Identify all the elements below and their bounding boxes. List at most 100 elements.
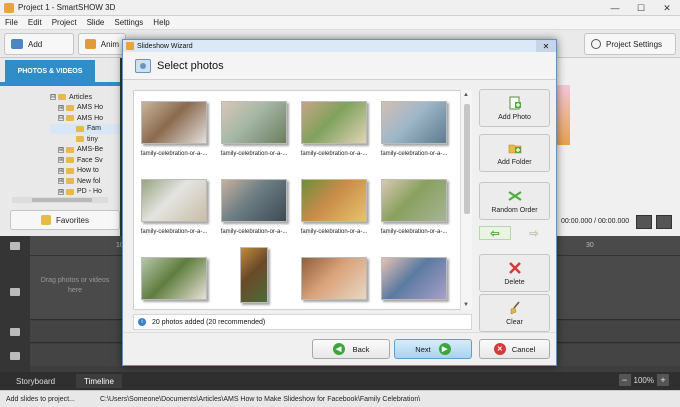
collapse-icon[interactable]: ⊟	[58, 115, 64, 122]
photo-count-bar: i 20 photos added (20 recommended)	[133, 314, 472, 330]
add-tab-button[interactable]: Add	[4, 33, 74, 55]
scroll-down-icon[interactable]: ▼	[463, 302, 469, 308]
menu-settings[interactable]: Settings	[109, 18, 148, 27]
tree-scrollbar[interactable]	[12, 197, 108, 203]
next-button[interactable]: Next ▶	[394, 339, 472, 359]
fullscreen-button[interactable]	[636, 215, 652, 229]
shuffle-icon	[507, 189, 522, 203]
photo-image	[221, 179, 287, 222]
photo-image	[301, 101, 367, 144]
step-heading: Select photos	[157, 59, 224, 72]
tree-item[interactable]: ⊞ How to	[50, 166, 120, 177]
view-tabs: Storyboard Timeline − 100% +	[0, 372, 680, 390]
menu-project[interactable]: Project	[47, 18, 82, 27]
photo-thumbnail[interactable]	[294, 257, 374, 307]
photo-icon	[135, 58, 151, 73]
scroll-up-icon[interactable]: ▲	[463, 92, 469, 98]
tree-item[interactable]: ⊞ New fol	[50, 176, 120, 187]
microphone-icon	[10, 352, 20, 360]
tree-item[interactable]: tiny	[50, 134, 120, 145]
random-order-button[interactable]: Random Order	[479, 182, 550, 220]
collapse-icon[interactable]: ⊟	[50, 94, 56, 101]
gallery-scrollbar[interactable]: ▲ ▼	[460, 90, 472, 310]
photo-image	[141, 101, 207, 144]
speaker-icon	[10, 328, 20, 336]
photo-thumbnail[interactable]: family-celebration-or-a-...	[294, 179, 374, 235]
folder-icon	[66, 167, 74, 174]
expand-icon[interactable]: ⊞	[58, 167, 64, 174]
photo-image	[141, 179, 207, 222]
photo-thumbnail[interactable]: family-celebration-or-a-...	[214, 101, 294, 157]
tree-item-selected[interactable]: Fam	[50, 123, 120, 134]
zoom-out-button[interactable]: −	[618, 374, 631, 386]
photo-image	[381, 101, 447, 144]
tree-item[interactable]: ⊞ AMS-Be	[50, 145, 120, 156]
photo-thumbnail[interactable]	[374, 257, 454, 307]
tree-item[interactable]: ⊟ AMS Ho	[50, 113, 120, 124]
maximize-button[interactable]: ☐	[628, 0, 654, 16]
project-settings-button[interactable]: Project Settings	[584, 33, 676, 55]
next-arrow-icon: ▶	[438, 343, 451, 355]
dialog-header: Select photos	[123, 52, 556, 80]
zoom-level: 100%	[633, 375, 654, 385]
detach-preview-button[interactable]	[656, 215, 672, 229]
zoom-in-button[interactable]: +	[657, 374, 669, 386]
expand-icon[interactable]: ⊞	[58, 146, 64, 153]
move-left-button[interactable]: ⇦	[479, 226, 511, 240]
tab-photos-videos[interactable]: PHOTOS & VIDEOS	[5, 60, 95, 82]
title-bar: Project 1 - SmartSHOW 3D — ☐ ✕	[0, 0, 680, 16]
dialog-close-button[interactable]: ✕	[536, 40, 556, 52]
tree-item[interactable]: ⊞ Face Sv	[50, 155, 120, 166]
tree-item[interactable]: ⊞ PD - Ho	[50, 187, 120, 198]
tree-item[interactable]: ⊟ Articles	[50, 92, 120, 103]
cancel-button[interactable]: ✕ Cancel	[479, 339, 550, 359]
tab-timeline[interactable]: Timeline	[76, 374, 122, 388]
minimize-button[interactable]: —	[602, 0, 628, 16]
cancel-x-icon: ✕	[493, 343, 506, 355]
preview-thumbnail	[556, 85, 570, 145]
photo-thumbnail[interactable]: family-celebration-or-a-...	[374, 179, 454, 235]
photo-thumbnail[interactable]: family-celebration-or-a-...	[214, 179, 294, 235]
photo-image	[381, 257, 447, 300]
photo-thumbnail[interactable]	[134, 257, 214, 307]
expand-icon[interactable]: ⊞	[58, 157, 64, 164]
photo-gallery[interactable]: family-celebration-or-a-... family-celebr…	[133, 90, 472, 310]
tab-strip	[0, 82, 120, 86]
favorites-button[interactable]: Favorites	[10, 210, 120, 230]
expand-icon[interactable]: ⊞	[58, 178, 64, 185]
menu-slide[interactable]: Slide	[82, 18, 110, 27]
clear-button[interactable]: Clear	[479, 294, 550, 332]
add-photo-button[interactable]: Add Photo	[479, 89, 550, 127]
photo-image	[221, 101, 287, 144]
expand-icon[interactable]: ⊞	[58, 104, 64, 111]
animation-tab-button[interactable]: Anim	[78, 33, 126, 55]
photo-caption: family-celebration-or-a-...	[220, 229, 288, 235]
tree-item[interactable]: ⊞ AMS Ho	[50, 103, 120, 114]
delete-button[interactable]: Delete	[479, 254, 550, 292]
animation-icon	[85, 39, 96, 49]
menu-file[interactable]: File	[0, 18, 23, 27]
scrollbar-thumb[interactable]	[32, 198, 92, 202]
menu-edit[interactable]: Edit	[23, 18, 47, 27]
photo-thumbnail[interactable]	[214, 247, 294, 309]
broom-icon	[508, 301, 522, 315]
add-folder-icon	[508, 141, 522, 155]
folder-icon	[66, 178, 74, 185]
close-window-button[interactable]: ✕	[654, 0, 680, 16]
folder-icon	[58, 94, 66, 101]
photo-thumbnail[interactable]: family-celebration-or-a-...	[294, 101, 374, 157]
tab-storyboard[interactable]: Storyboard	[8, 374, 63, 388]
photo-thumbnail[interactable]: family-celebration-or-a-...	[134, 179, 214, 235]
expand-icon[interactable]: ⊞	[58, 188, 64, 195]
scrollbar-thumb[interactable]	[464, 104, 470, 214]
photo-thumbnail[interactable]: family-celebration-or-a-...	[134, 101, 214, 157]
photo-count-text: 20 photos added (20 recommended)	[152, 318, 266, 326]
photo-image	[141, 257, 207, 300]
drag-hint: Drag photos or videos here	[40, 277, 110, 294]
menu-help[interactable]: Help	[148, 18, 174, 27]
add-folder-button[interactable]: Add Folder	[479, 134, 550, 172]
back-button[interactable]: ◀ Back	[312, 339, 390, 359]
slides-icon	[10, 288, 20, 296]
photo-thumbnail[interactable]: family-celebration-or-a-...	[374, 101, 454, 157]
move-right-button[interactable]: ⇨	[518, 226, 550, 240]
